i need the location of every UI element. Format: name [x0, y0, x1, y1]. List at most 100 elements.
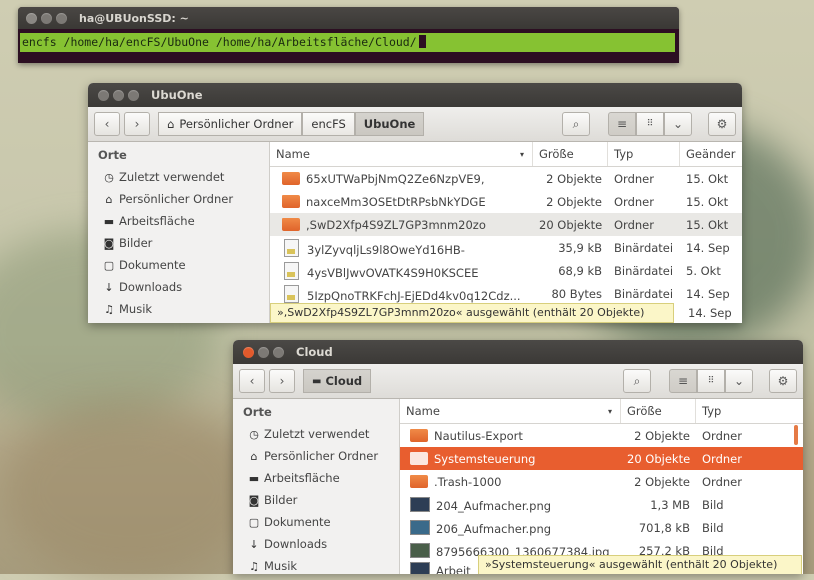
table-row[interactable]: 204_Aufmacher.png 1,3 MB Bild [400, 493, 803, 516]
column-name[interactable]: Name ▾ [270, 142, 533, 166]
table-row[interactable]: Nautilus-Export 2 Objekte Ordner [400, 424, 803, 447]
column-type[interactable]: Typ [608, 142, 680, 166]
crumb-cloud[interactable]: ▬ Cloud [303, 369, 372, 393]
table-row-selected[interactable]: Systemsteuerung 20 Objekte Ordner [400, 447, 803, 470]
file-type: Bild [702, 520, 724, 535]
column-size[interactable]: Größe [533, 142, 608, 166]
close-button[interactable] [26, 12, 37, 24]
sidebar-item-home[interactable]: ⌂ Persönlicher Ordner [233, 445, 399, 467]
file-type: Binärdatei [614, 240, 674, 255]
file-type: Binärdatei [614, 286, 674, 301]
chevron-right-icon: › [279, 374, 285, 388]
sidebar-item-downloads[interactable]: ↓ Downloads [88, 276, 269, 298]
sidebar-item-desktop[interactable]: ▬ Arbeitsfläche [233, 467, 399, 489]
image-icon [410, 542, 430, 558]
chevron-left-icon: ‹ [104, 117, 110, 131]
view-options-button[interactable]: ⌄ [664, 112, 692, 136]
table-row[interactable]: 4ysVBlJwvOVATK4S9H0KSCEE 68,9 kB Binärda… [270, 259, 742, 282]
terminal-command-line[interactable]: encfs /home/ha/encFS/UbuOne /home/ha/Arb… [20, 33, 675, 52]
sidebar-item-label: Musik [119, 302, 153, 316]
search-button[interactable]: ⌕ [623, 369, 651, 393]
minimize-button[interactable] [258, 346, 269, 358]
table-row[interactable]: .Trash-1000 2 Objekte Ordner [400, 470, 803, 493]
folder-icon [410, 428, 428, 442]
crumb-encfs[interactable]: encFS [302, 112, 355, 136]
file-name: 4ysVBlJwvOVATK4S9H0KSCEE [307, 265, 479, 280]
image-icon [410, 496, 430, 512]
maximize-button[interactable] [128, 89, 139, 101]
close-button[interactable] [98, 89, 109, 101]
column-modified[interactable]: Geänder [680, 142, 742, 166]
image-icon [410, 519, 430, 535]
sidebar-item-home[interactable]: ⌂ Persönlicher Ordner [88, 188, 269, 210]
search-button[interactable]: ⌕ [562, 112, 590, 136]
sidebar-item-label: Downloads [119, 280, 183, 294]
sidebar-item-music[interactable]: ♫ Musik [88, 298, 269, 320]
sidebar-item-desktop[interactable]: ▬ Arbeitsfläche [88, 210, 269, 232]
grid-view-button[interactable]: ⠿ [636, 112, 664, 136]
table-row[interactable]: naxceMm3OSEtDtRPsbNkYDGE 2 Objekte Ordne… [270, 190, 742, 213]
minimize-button[interactable] [113, 89, 124, 101]
file-name: 204_Aufmacher.png [436, 498, 552, 513]
terminal-titlebar: ha@UBUonSSD: ~ [18, 7, 679, 29]
table-row[interactable]: 5IzpQnoTRKFchJ-EjEDd4kv0q12Cdz... 80 Byt… [270, 282, 742, 305]
sidebar-item-documents[interactable]: ▢ Dokumente [233, 511, 399, 533]
forward-button[interactable]: › [124, 112, 150, 136]
sidebar-item-pictures[interactable]: ◙ Bilder [88, 232, 269, 254]
sidebar-title: Orte [98, 148, 127, 162]
sidebar-item-pictures[interactable]: ◙ Bilder [233, 489, 399, 511]
list-view-button[interactable]: ≡ [608, 112, 636, 136]
sidebar-item-label: Zuletzt verwendet [119, 170, 225, 184]
column-name[interactable]: Name ▾ [400, 399, 621, 423]
file-size: 68,9 kB [558, 263, 602, 278]
settings-button[interactable]: ⚙ [708, 112, 736, 136]
gear-icon: ⚙ [716, 117, 728, 131]
list-icon: ≡ [616, 117, 628, 131]
column-label: Größe [539, 147, 574, 161]
sidebar-item-recent[interactable]: ◷ Zuletzt verwendet [88, 166, 269, 188]
desktop-icon: ▬ [248, 472, 260, 485]
cloud-window: Cloud ‹ › ▬ Cloud ⌕ ≡ ⠿ ⌄ ⚙ Orte ◷ Zuletzt… [233, 340, 803, 574]
crumb-ubuone[interactable]: UbuOne [354, 112, 425, 136]
grid-icon: ⠿ [646, 119, 654, 129]
table-row[interactable]: 3ylZyvqljLs9l8OweYd16HB- 35,9 kB Binärda… [270, 236, 742, 259]
close-button[interactable] [243, 346, 254, 358]
sidebar-item-downloads[interactable]: ↓ Downloads [233, 533, 399, 555]
file-name: 3ylZyvqljLs9l8OweYd16HB- [307, 242, 465, 257]
sidebar-item-label: Persönlicher Ordner [119, 192, 234, 206]
camera-icon: ◙ [248, 494, 260, 507]
minimize-button[interactable] [41, 12, 52, 24]
home-icon: ⌂ [250, 450, 258, 463]
table-row[interactable]: 65xUTWaPbjNmQ2Ze6NzpVE9, 2 Objekte Ordne… [270, 167, 742, 190]
sidebar-item-label: Bilder [119, 236, 153, 250]
file-size: 20 Objekte [539, 217, 603, 232]
sidebar-item-recent[interactable]: ◷ Zuletzt verwendet [233, 423, 399, 445]
file-type: Ordner [702, 428, 742, 443]
sidebar-item-music[interactable]: ♫ Musik [233, 555, 399, 574]
crumb-home[interactable]: ⌂ Persönlicher Ordner [158, 112, 303, 136]
terminal-cursor [418, 35, 426, 48]
table-row[interactable]: 206_Aufmacher.png 701,8 kB Bild [400, 516, 803, 539]
scrollbar-thumb[interactable] [794, 425, 798, 445]
maximize-button[interactable] [273, 346, 284, 358]
back-button[interactable]: ‹ [94, 112, 120, 136]
home-icon: ⌂ [167, 117, 175, 131]
back-button[interactable]: ‹ [239, 369, 265, 393]
settings-button[interactable]: ⚙ [769, 369, 797, 393]
list-view-button[interactable]: ≡ [669, 369, 697, 393]
file-type: Ordner [614, 171, 654, 186]
breadcrumb: ⌂ Persönlicher Ordner encFS UbuOne [158, 112, 425, 136]
column-size[interactable]: Größe [621, 399, 696, 423]
maximize-button[interactable] [56, 12, 67, 24]
file-date: 14. Sep [688, 306, 732, 320]
table-row-selected[interactable]: ,SwD2Xfp4S9ZL7GP3mnm20zo 20 Objekte Ordn… [270, 213, 742, 236]
sidebar-item-label: Persönlicher Ordner [264, 449, 379, 463]
search-icon: ⌕ [633, 373, 641, 388]
column-type[interactable]: Typ [696, 399, 796, 423]
crumb-label: Cloud [325, 374, 363, 388]
sidebar-item-documents[interactable]: ▢ Dokumente [88, 254, 269, 276]
terminal-command: encfs /home/ha/encFS/UbuOne /home/ha/Arb… [22, 35, 417, 49]
grid-view-button[interactable]: ⠿ [697, 369, 725, 393]
forward-button[interactable]: › [269, 369, 295, 393]
view-options-button[interactable]: ⌄ [725, 369, 753, 393]
